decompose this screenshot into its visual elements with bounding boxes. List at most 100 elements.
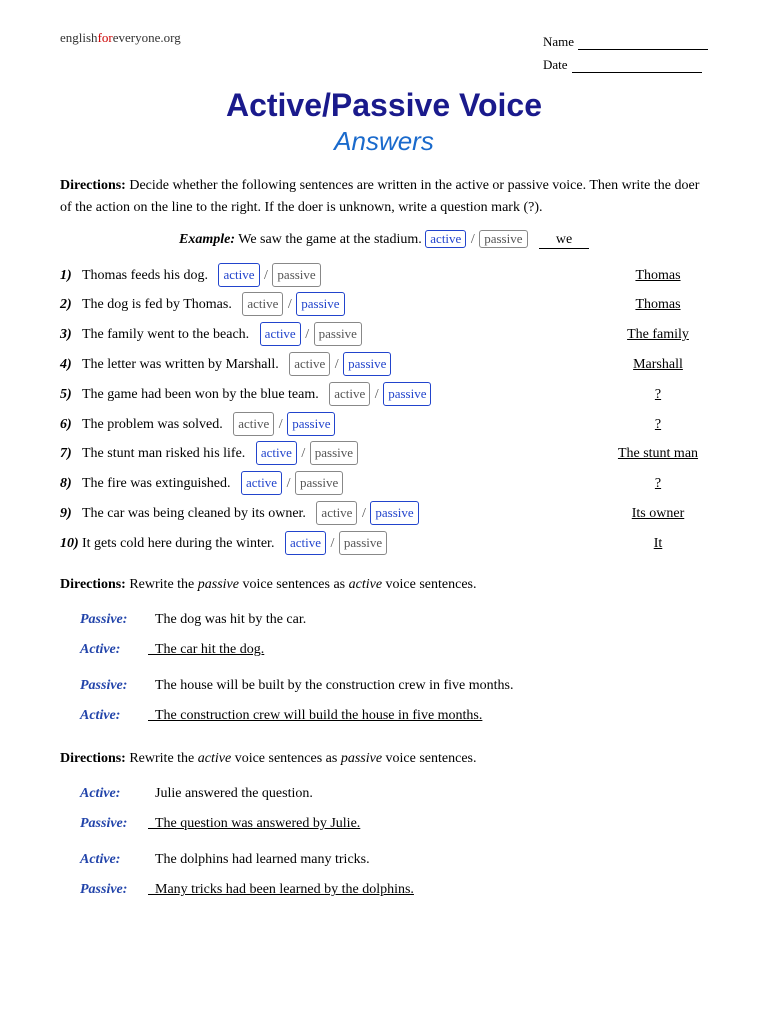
- passive-badge: passive: [272, 263, 320, 287]
- directions-1: Directions: Decide whether the following…: [60, 175, 708, 220]
- name-line: Name: [543, 30, 708, 53]
- passive-label: Passive:: [80, 672, 148, 700]
- sentence-text: The game had been won by the blue team. …: [82, 382, 598, 407]
- sentence-answer: ?: [598, 383, 708, 407]
- active-label: Active:: [80, 702, 148, 730]
- table-row: 7) The stunt man risked his life. active…: [60, 441, 708, 466]
- active-badge: active: [329, 382, 370, 406]
- dir1-text: Decide whether the following sentences a…: [60, 178, 699, 215]
- active-label: Active:: [80, 636, 148, 664]
- site-name: englishforeveryone.org: [60, 30, 181, 46]
- active-badge: active: [289, 352, 330, 376]
- active-label: Active:: [80, 846, 148, 874]
- table-row: 2) The dog is fed by Thomas. active / pa…: [60, 292, 708, 317]
- directions-3: Directions: Rewrite the active voice sen…: [60, 748, 708, 770]
- sentence-text: The letter was written by Marshall. acti…: [82, 352, 598, 377]
- list-item: Active: The car hit the dog.: [80, 636, 708, 664]
- active-badge: active: [260, 322, 301, 346]
- active-badge: active: [316, 501, 357, 525]
- dir3-text: Rewrite the active voice sentences as pa…: [129, 751, 476, 766]
- sentence-answer: Thomas: [598, 264, 708, 288]
- rewrites-section-2: Active: Julie answered the question. Pas…: [80, 780, 708, 904]
- sentence-answer: The stunt man: [598, 442, 708, 466]
- sentence-answer: ?: [598, 413, 708, 437]
- example-passive-badge: passive: [479, 230, 527, 248]
- active-sentence: The car hit the dog.: [148, 636, 264, 664]
- sentence-num: 7): [60, 442, 82, 466]
- sentence-answer: It: [598, 532, 708, 556]
- sentence-answer: Thomas: [598, 293, 708, 317]
- passive-sentence: The question was answered by Julie.: [148, 810, 360, 838]
- table-row: 10) It gets cold here during the winter.…: [60, 531, 708, 556]
- example-sentence: We saw the game at the stadium.: [238, 232, 425, 247]
- table-row: 4) The letter was written by Marshall. a…: [60, 352, 708, 377]
- sentence-num: 4): [60, 353, 82, 377]
- passive-label: Passive:: [80, 606, 148, 634]
- name-date-block: Name Date: [543, 30, 708, 77]
- passive-badge: passive: [339, 531, 387, 555]
- sentence-text: It gets cold here during the winter. act…: [82, 531, 598, 556]
- example-active-badge: active: [425, 230, 466, 248]
- table-row: 8) The fire was extinguished. active / p…: [60, 471, 708, 496]
- passive-badge: passive: [295, 471, 343, 495]
- for-highlight: for: [98, 30, 113, 45]
- example-answer: we: [539, 232, 589, 249]
- table-row: 5) The game had been won by the blue tea…: [60, 382, 708, 407]
- example-row: Example: We saw the game at the stadium.…: [60, 230, 708, 249]
- active-sentence: The dolphins had learned many tricks.: [148, 846, 370, 874]
- sentence-text: The fire was extinguished. active / pass…: [82, 471, 598, 496]
- sentence-text: The car was being cleaned by its owner. …: [82, 501, 598, 526]
- list-item: Passive: The house will be built by the …: [80, 672, 708, 700]
- passive-label: Passive:: [80, 810, 148, 838]
- sentence-num: 3): [60, 323, 82, 347]
- sentence-text: The problem was solved. active / passive: [82, 412, 598, 437]
- sentence-text: The stunt man risked his life. active / …: [82, 441, 598, 466]
- active-badge: active: [241, 471, 282, 495]
- list-item: Active: The construction crew will build…: [80, 702, 708, 730]
- passive-label: Passive:: [80, 876, 148, 904]
- page-subtitle: Answers: [60, 126, 708, 157]
- date-line: Date: [543, 53, 708, 76]
- active-badge: active: [285, 531, 326, 555]
- passive-badge: passive: [310, 441, 358, 465]
- active-badge: active: [242, 292, 283, 316]
- active-badge: active: [233, 412, 274, 436]
- sentence-text: The dog is fed by Thomas. active / passi…: [82, 292, 598, 317]
- sentence-num: 5): [60, 383, 82, 407]
- passive-sentence: The house will be built by the construct…: [148, 672, 513, 700]
- passive-sentence: Many tricks had been learned by the dolp…: [148, 876, 414, 904]
- passive-badge: passive: [296, 292, 344, 316]
- list-item: Active: Julie answered the question.: [80, 780, 708, 808]
- dir3-label: Directions:: [60, 751, 126, 766]
- sentence-answer: Marshall: [598, 353, 708, 377]
- passive-badge: passive: [343, 352, 391, 376]
- date-field: [572, 57, 702, 73]
- sentence-num: 2): [60, 293, 82, 317]
- main-title: Active/Passive Voice: [60, 87, 708, 124]
- active-sentence: The construction crew will build the hou…: [148, 702, 482, 730]
- directions-2: Directions: Rewrite the passive voice se…: [60, 574, 708, 596]
- passive-badge: passive: [314, 322, 362, 346]
- passive-badge: passive: [383, 382, 431, 406]
- active-sentence: Julie answered the question.: [148, 780, 313, 808]
- table-row: 1) Thomas feeds his dog. active / passiv…: [60, 263, 708, 288]
- list-item: Passive: The question was answered by Ju…: [80, 810, 708, 838]
- sentence-num: 1): [60, 264, 82, 288]
- name-field: [578, 34, 708, 50]
- list-item: Active: The dolphins had learned many tr…: [80, 846, 708, 874]
- rewrites-section-1: Passive: The dog was hit by the car. Act…: [80, 606, 708, 730]
- active-badge: active: [218, 263, 259, 287]
- active-label: Active:: [80, 780, 148, 808]
- passive-sentence: The dog was hit by the car.: [148, 606, 306, 634]
- dir2-label: Directions:: [60, 577, 126, 592]
- sentence-text: The family went to the beach. active / p…: [82, 322, 598, 347]
- sentence-num: 10): [60, 532, 82, 556]
- table-row: 9) The car was being cleaned by its owne…: [60, 501, 708, 526]
- list-item: Passive: Many tricks had been learned by…: [80, 876, 708, 904]
- sentence-num: 6): [60, 413, 82, 437]
- example-label: Example:: [179, 232, 235, 247]
- dir2-text: Rewrite the passive voice sentences as a…: [129, 577, 476, 592]
- passive-badge: passive: [287, 412, 335, 436]
- sentence-answer: The family: [598, 323, 708, 347]
- sentences-section: 1) Thomas feeds his dog. active / passiv…: [60, 263, 708, 556]
